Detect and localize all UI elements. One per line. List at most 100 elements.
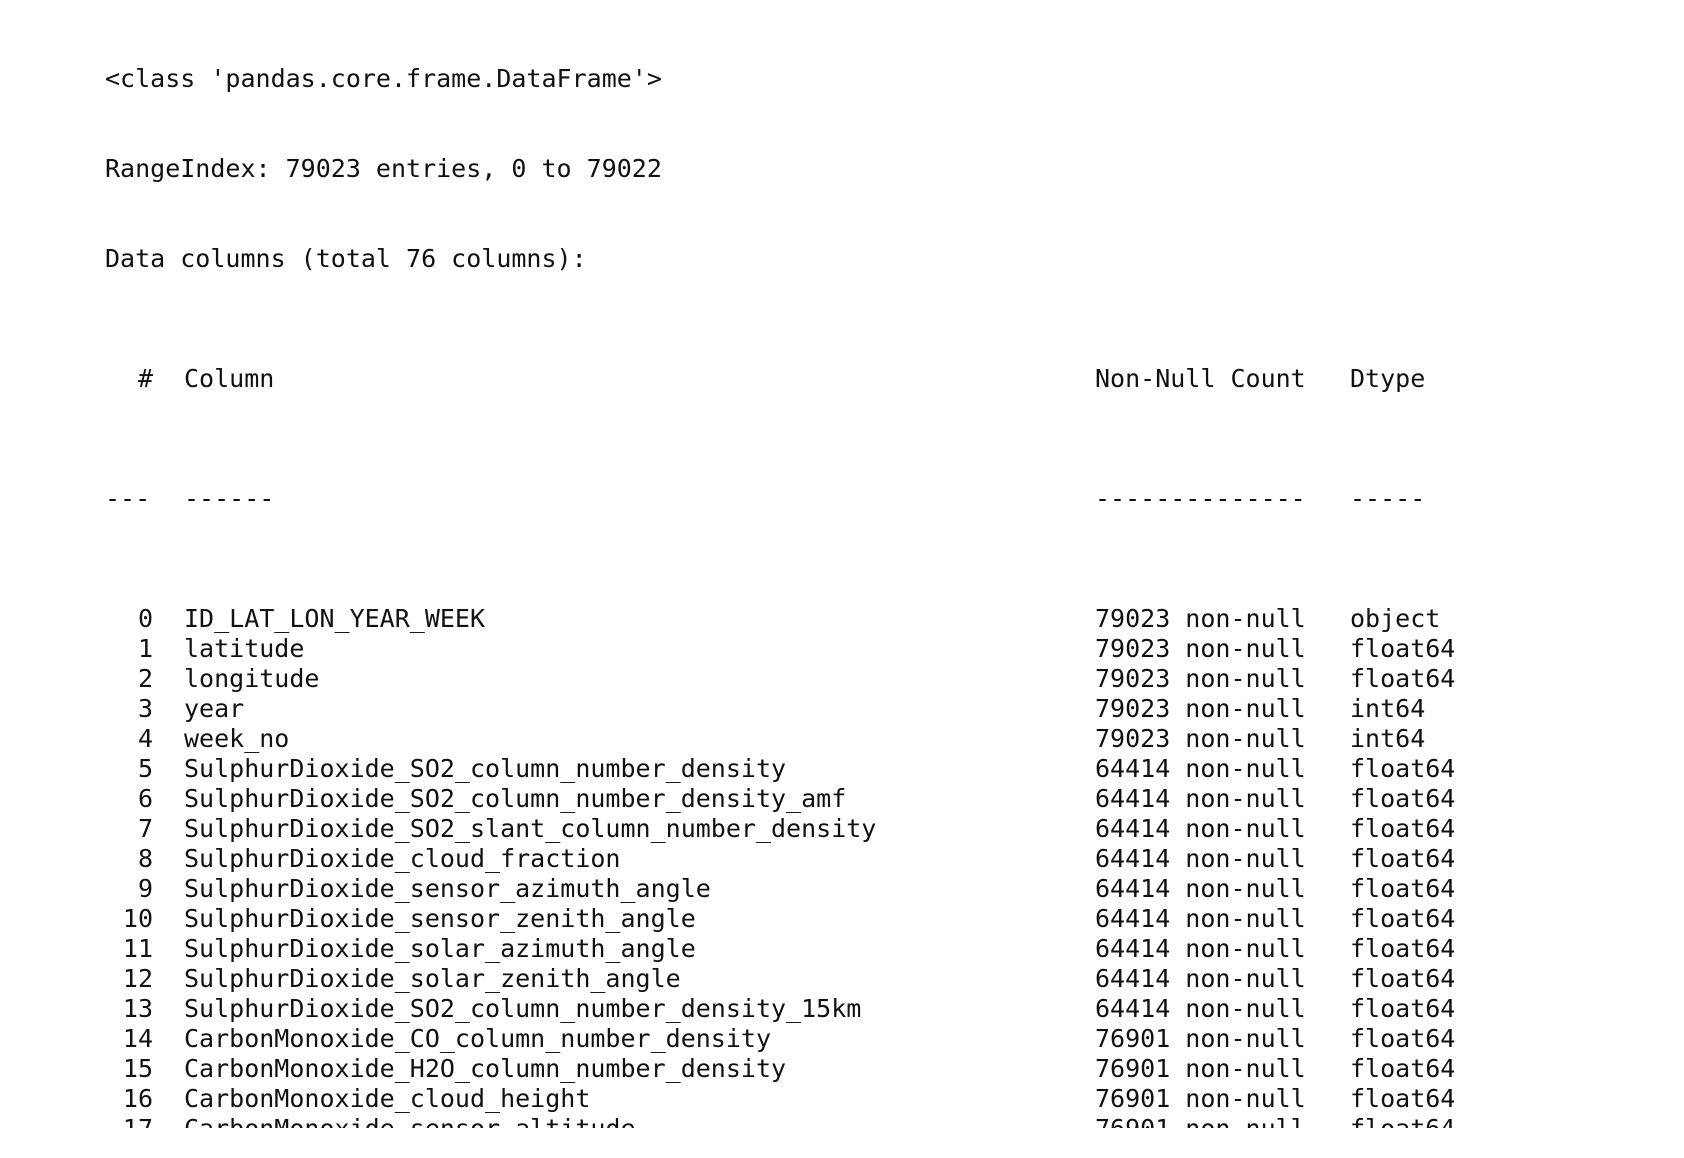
- row-non-null-count: 64414 non-null: [1095, 964, 1306, 993]
- row-index: 0: [137, 604, 153, 633]
- row-non-null-count: 64414 non-null: [1095, 934, 1306, 963]
- row-non-null-count: 64414 non-null: [1095, 994, 1306, 1023]
- row-dtype: float64: [1350, 874, 1456, 903]
- row-dtype: float64: [1350, 664, 1456, 693]
- row-non-null-count: 64414 non-null: [1095, 904, 1306, 933]
- row-index: 8: [137, 844, 153, 873]
- row-index: 10: [122, 904, 153, 933]
- header-separator: --- ------ -------------- -----: [105, 484, 1665, 514]
- row-column-name: SulphurDioxide_sensor_zenith_angle: [184, 904, 696, 933]
- row-index: 11: [122, 934, 153, 963]
- header-dtype: Dtype: [1350, 364, 1426, 393]
- data-columns-line: Data columns (total 76 columns):: [105, 244, 587, 273]
- table-row: 5 SulphurDioxide_SO2_column_number_densit…: [105, 754, 1665, 784]
- row-dtype: float64: [1350, 1114, 1455, 1128]
- row-dtype: float64: [1350, 904, 1456, 933]
- table-row: 6 SulphurDioxide_SO2_column_number_densit…: [105, 784, 1665, 814]
- table-header: # Column Non-Null Count Dtype: [105, 364, 1665, 394]
- table-row: 3 year 79023 non-null int64: [105, 694, 1665, 724]
- row-non-null-count: 79023 non-null: [1095, 634, 1306, 663]
- row-column-name: latitude: [184, 634, 305, 663]
- row-dtype: float64: [1350, 634, 1456, 663]
- row-column-name: SulphurDioxide_SO2_slant_column_number_d…: [184, 814, 877, 843]
- row-column-name: SulphurDioxide_solar_azimuth_angle: [184, 934, 696, 963]
- row-dtype: float64: [1350, 814, 1456, 843]
- row-column-name: SulphurDioxide_sensor_azimuth_angle: [184, 874, 711, 903]
- row-index: 15: [122, 1054, 153, 1083]
- row-dtype: float64: [1350, 844, 1456, 873]
- row-non-null-count: 64414 non-null: [1095, 814, 1306, 843]
- row-dtype: float64: [1350, 1084, 1456, 1113]
- row-column-name: CarbonMonoxide_cloud_height: [184, 1084, 591, 1113]
- row-non-null-count: 76901 non-null: [1095, 1024, 1306, 1053]
- table-row: 16 CarbonMonoxide_cloud_height 76901 non-n…: [105, 1084, 1665, 1114]
- row-index: 13: [122, 994, 153, 1023]
- row-column-name: SulphurDioxide_cloud_fraction: [184, 844, 621, 873]
- row-non-null-count: 76901 non-null: [1095, 1054, 1306, 1083]
- row-dtype: float64: [1350, 1054, 1456, 1083]
- row-index: 12: [122, 964, 153, 993]
- header-index: #: [137, 364, 153, 393]
- table-row: 12 SulphurDioxide_solar_zenith_angle 64414…: [105, 964, 1665, 994]
- separator-non-null-count: --------------: [1095, 484, 1306, 513]
- row-dtype: object: [1350, 604, 1441, 633]
- table-row: 17 CarbonMonoxide_sensor_altitude 76901 no…: [105, 1114, 1665, 1128]
- row-column-name: CarbonMonoxide_CO_column_number_density: [184, 1024, 771, 1053]
- row-column-name: SulphurDioxide_SO2_column_number_density…: [184, 784, 847, 813]
- table-row: 13 SulphurDioxide_SO2_column_number_densi…: [105, 994, 1665, 1024]
- row-index: 14: [122, 1024, 153, 1053]
- table-row: 2 longitude 79023 non-null float64: [105, 664, 1665, 694]
- row-non-null-count: 79023 non-null: [1095, 694, 1306, 723]
- row-non-null-count: 64414 non-null: [1095, 844, 1306, 873]
- row-index: 6: [137, 784, 153, 813]
- row-dtype: float64: [1350, 934, 1456, 963]
- table-row: 14 CarbonMonoxide_CO_column_number_densit…: [105, 1024, 1665, 1054]
- column-rows: 0 ID_LAT_LON_YEAR_WEEK 79023 non-null objec…: [105, 604, 1665, 1128]
- row-non-null-count: 64414 non-null: [1095, 754, 1306, 783]
- row-dtype: float64: [1350, 784, 1456, 813]
- row-column-name: year: [184, 694, 245, 723]
- table-row: 0 ID_LAT_LON_YEAR_WEEK 79023 non-null objec…: [105, 604, 1665, 634]
- row-column-name: longitude: [184, 664, 320, 693]
- row-index: 16: [122, 1084, 153, 1113]
- row-column-name: SulphurDioxide_SO2_column_number_density: [184, 754, 787, 783]
- table-row: 15 CarbonMonoxide_H2O_column_number_densi…: [105, 1054, 1665, 1084]
- table-row: 10 SulphurDioxide_sensor_zenith_angle 6441…: [105, 904, 1665, 934]
- row-dtype: float64: [1350, 964, 1456, 993]
- row-non-null-count: 79023 non-null: [1095, 604, 1306, 633]
- row-index: 2: [137, 664, 153, 693]
- row-dtype: int64: [1350, 724, 1426, 753]
- row-index: 9: [137, 874, 153, 903]
- row-dtype: float64: [1350, 994, 1456, 1023]
- separator-dtype: -----: [1350, 484, 1426, 513]
- table-row: 4 week_no 79023 non-null int64: [105, 724, 1665, 754]
- row-non-null-count: 76901 non-null: [1095, 1114, 1306, 1128]
- row-index: 7: [137, 814, 153, 843]
- row-column-name: SulphurDioxide_solar_zenith_angle: [184, 964, 681, 993]
- class-line: <class 'pandas.core.frame.DataFrame'>: [105, 64, 662, 93]
- row-dtype: int64: [1350, 694, 1426, 723]
- header-column: Column: [184, 364, 275, 393]
- row-column-name: ID_LAT_LON_YEAR_WEEK: [184, 604, 486, 633]
- row-index: 17: [105, 1114, 153, 1128]
- row-column-name: SulphurDioxide_SO2_column_number_density…: [184, 994, 862, 1023]
- row-index: 3: [137, 694, 153, 723]
- table-row: 9 SulphurDioxide_sensor_azimuth_angle 6441…: [105, 874, 1665, 904]
- dataframe-info-output: <class 'pandas.core.frame.DataFrame'> Ra…: [105, 4, 1665, 1158]
- row-non-null-count: 79023 non-null: [1095, 724, 1306, 753]
- separator-index: ---: [105, 484, 151, 513]
- row-non-null-count: 76901 non-null: [1095, 1084, 1306, 1113]
- row-non-null-count: 64414 non-null: [1095, 874, 1306, 903]
- table-row: 1 latitude 79023 non-null float64: [105, 634, 1665, 664]
- separator-column: ------: [184, 484, 275, 513]
- row-index: 4: [137, 724, 153, 753]
- row-column-name: CarbonMonoxide_sensor_altitude: [184, 1114, 636, 1128]
- row-non-null-count: 79023 non-null: [1095, 664, 1306, 693]
- header-non-null-count: Non-Null Count: [1095, 364, 1306, 393]
- table-row: 11 SulphurDioxide_solar_azimuth_angle 6441…: [105, 934, 1665, 964]
- row-column-name: CarbonMonoxide_H2O_column_number_density: [184, 1054, 787, 1083]
- row-dtype: float64: [1350, 1024, 1456, 1053]
- row-index: 1: [137, 634, 153, 663]
- table-row: 8 SulphurDioxide_cloud_fraction 64414 non-…: [105, 844, 1665, 874]
- table-row: 7 SulphurDioxide_SO2_slant_column_number_…: [105, 814, 1665, 844]
